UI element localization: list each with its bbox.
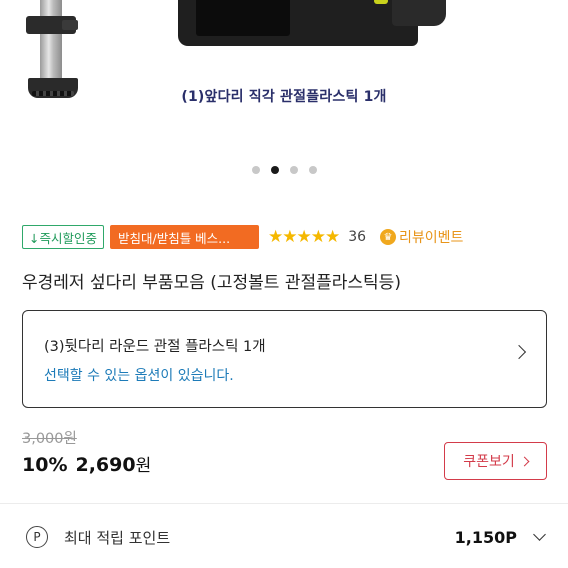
instant-discount-badge: ↓즉시할인중 — [22, 225, 104, 249]
carousel-dot-active[interactable] — [270, 166, 279, 174]
option-hint: 선택할 수 있는 옵션이 있습니다. — [44, 368, 234, 384]
product-image-bracket — [178, 0, 448, 52]
point-icon: P — [26, 526, 48, 548]
currency-unit: 원 — [135, 456, 152, 476]
rating-stars: ★★★★★ — [267, 227, 340, 247]
coupon-button[interactable]: 쿠폰보기 — [444, 442, 547, 480]
sale-price: 2,690원 — [75, 451, 151, 476]
chevron-right-icon — [519, 456, 530, 467]
carousel-dot[interactable] — [289, 166, 298, 174]
sale-price-amount: 2,690 — [75, 454, 136, 476]
image-caption: (1)앞다리 직각 관절플라스틱 1개 — [181, 89, 387, 105]
coupon-button-label: 쿠폰보기 — [463, 454, 515, 470]
sale-price-row: 10% 2,690원 — [22, 451, 151, 476]
product-title: 우경레저 섶다리 부품모음 (고정볼트 관절플라스틱등) — [22, 273, 401, 293]
chevron-down-icon[interactable] — [533, 528, 546, 541]
review-event-label: 리뷰이벤트 — [399, 230, 464, 246]
badge-row: ↓즉시할인중 받침대/받침틀 베스... ★★★★★ 36 ♛ 리뷰이벤트 — [22, 224, 546, 250]
points-row[interactable]: P 최대 적립 포인트 1,150P — [26, 522, 546, 552]
carousel-dot[interactable] — [308, 166, 317, 174]
carousel-dot[interactable] — [251, 166, 260, 174]
original-price: 3,000원 — [22, 431, 77, 447]
crown-icon: ♛ — [380, 229, 397, 245]
divider — [0, 503, 568, 504]
discount-rate: 10% — [22, 454, 68, 476]
chevron-right-icon — [511, 344, 527, 360]
review-count[interactable]: 36 — [348, 229, 366, 245]
points-label: 최대 적립 포인트 — [64, 528, 171, 547]
review-event-link[interactable]: ♛ 리뷰이벤트 — [380, 227, 463, 247]
points-value: 1,150P — [454, 527, 517, 547]
carousel-indicator — [0, 166, 568, 174]
option-selector[interactable]: (3)뒷다리 라운드 관절 플라스틱 1개 선택할 수 있는 옵션이 있습니다. — [22, 310, 547, 408]
category-badge[interactable]: 받침대/받침틀 베스... — [109, 225, 259, 249]
product-image-carousel[interactable]: (1)앞다리 직각 관절플라스틱 1개 — [0, 0, 568, 150]
selected-option: (3)뒷다리 라운드 관절 플라스틱 1개 — [44, 339, 266, 355]
